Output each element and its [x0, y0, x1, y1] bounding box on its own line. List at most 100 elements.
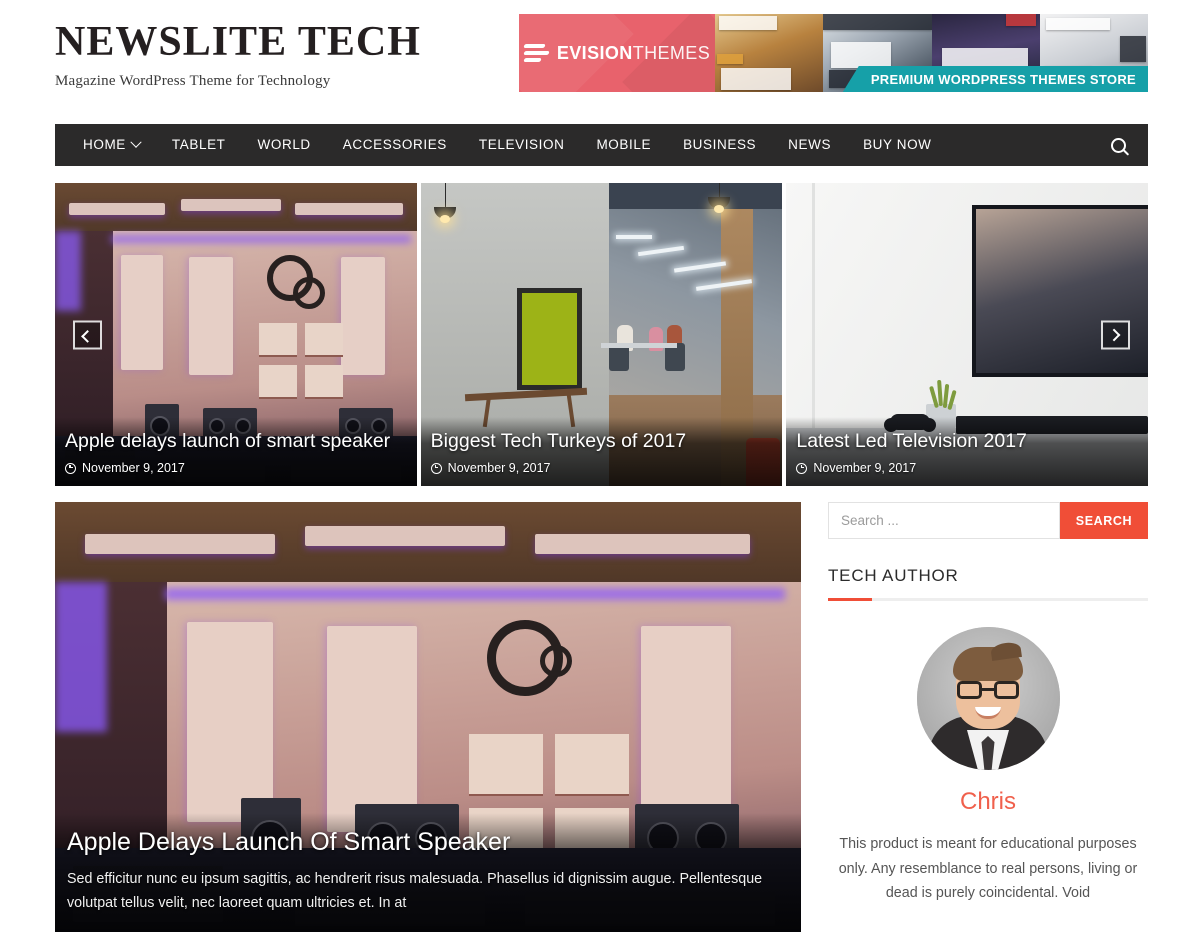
chevron-down-icon: [130, 136, 142, 148]
ad-logo-light: THEMES: [632, 42, 711, 63]
ceiling-panel: [305, 526, 505, 546]
slide-date: November 9, 2017: [447, 461, 551, 475]
slide-caption: Latest Led Television 2017 November 9, 2…: [786, 417, 1149, 486]
nav-item-label: WORLD: [257, 137, 311, 152]
led-glow: [55, 231, 81, 311]
nav-item-buy-now[interactable]: BUY NOW: [847, 124, 947, 166]
search-widget: SEARCH: [828, 502, 1148, 539]
evision-logo: EVISIONTHEMES: [523, 40, 710, 66]
nav-item-label: TABLET: [171, 137, 226, 152]
ad-logo-text: EVISIONTHEMES: [557, 43, 710, 64]
page-root: NEWSLITE TECH Magazine WordPress Theme f…: [0, 0, 1200, 932]
lamp-cord: [444, 183, 447, 207]
wall-square: [555, 734, 629, 796]
main-column: Apple Delays Launch Of Smart Speaker Sed…: [55, 502, 801, 932]
avatar: [916, 627, 1060, 770]
acoustic-panel: [327, 626, 417, 832]
clock-icon: [796, 462, 808, 474]
acoustic-panel: [187, 622, 273, 822]
ceiling-panel: [69, 203, 165, 215]
slide-title[interactable]: Apple delays launch of smart speaker: [65, 429, 407, 454]
nav-item-home[interactable]: HOME: [67, 124, 156, 166]
acoustic-panel: [121, 255, 163, 370]
slide-meta: November 9, 2017: [65, 461, 407, 475]
acoustic-panel: [341, 257, 385, 375]
nav-item-label: BUY NOW: [863, 137, 932, 152]
slider-slide-3[interactable]: Latest Led Television 2017 November 9, 2…: [786, 183, 1149, 486]
nav-item-business[interactable]: BUSINESS: [667, 124, 772, 166]
ad-cta-label[interactable]: PREMIUM WORDPRESS THEMES STORE: [842, 66, 1148, 92]
wall-square: [259, 323, 297, 357]
clock-icon: [430, 462, 442, 474]
ad-tile: [721, 68, 791, 90]
swoosh-icon: [523, 40, 550, 66]
office-ceiling: [608, 183, 783, 209]
slider-prev-button[interactable]: [73, 320, 102, 349]
ceiling-panel: [535, 534, 750, 554]
nav-item-mobile[interactable]: MOBILE: [580, 124, 667, 166]
featured-post-overlay: Apple Delays Launch Of Smart Speaker Sed…: [55, 812, 801, 932]
widget-underline: [828, 598, 1148, 601]
featured-post-excerpt: Sed efficitur nunc eu ipsum sagittis, ac…: [67, 870, 763, 912]
nav-item-accessories[interactable]: ACCESSORIES: [327, 124, 463, 166]
lamp-cord: [718, 183, 721, 197]
led-glow: [55, 582, 107, 732]
slide-date: November 9, 2017: [82, 461, 185, 475]
nav-item-television[interactable]: TELEVISION: [463, 124, 581, 166]
author-name: Chris: [959, 788, 1016, 815]
sidebar: SEARCH TECH AUTHOR: [828, 502, 1148, 932]
ad-tile: [717, 54, 743, 64]
wall-square: [305, 323, 343, 357]
wall-square: [305, 365, 343, 399]
author-card: Chris This product is meant for educatio…: [828, 627, 1148, 906]
ceiling-panel: [85, 534, 275, 554]
ad-thumb-1: [715, 14, 824, 92]
widget-title: TECH AUTHOR: [828, 566, 959, 585]
slide-date: November 9, 2017: [813, 461, 917, 475]
author-description: This product is meant for educational pu…: [838, 836, 1138, 902]
slider-slide-2[interactable]: Biggest Tech Turkeys of 2017 November 9,…: [420, 183, 783, 486]
ad-tile: [1120, 36, 1146, 62]
gear-clock: [487, 620, 572, 696]
gear-clock: [267, 255, 325, 309]
slide-title[interactable]: Latest Led Television 2017: [796, 429, 1138, 454]
slide-title[interactable]: Biggest Tech Turkeys of 2017: [431, 429, 773, 454]
site-description: Magazine WordPress Theme for Technology: [55, 73, 331, 90]
ceiling-panel: [181, 199, 281, 211]
nav-item-news[interactable]: NEWS: [772, 124, 847, 166]
clock-icon: [65, 462, 76, 474]
nav-item-tablet[interactable]: TABLET: [156, 124, 242, 166]
ad-tile: [831, 42, 892, 68]
nav-search-toggle[interactable]: [1095, 137, 1148, 153]
led-glow: [165, 588, 785, 600]
nav-item-world[interactable]: WORLD: [242, 124, 327, 166]
tech-author-widget: TECH AUTHOR Chris This product is meant …: [828, 566, 1148, 906]
acoustic-panel: [641, 626, 731, 832]
television-screen: [972, 205, 1149, 377]
site-branding[interactable]: NEWSLITE TECH Magazine WordPress Theme f…: [55, 14, 421, 90]
slider-slide-1[interactable]: Apple delays launch of smart speaker Nov…: [55, 183, 417, 486]
chevron-left-icon: [81, 329, 94, 343]
main-navigation: HOME TABLET WORLD ACCESSORIES TELEVISION…: [55, 124, 1148, 166]
ceiling-panel: [295, 203, 403, 215]
search-icon: [1111, 137, 1126, 153]
nav-item-label: TELEVISION: [478, 137, 565, 152]
featured-post-title[interactable]: Apple Delays Launch Of Smart Speaker: [67, 827, 789, 857]
ceiling-light: [615, 235, 652, 239]
search-input[interactable]: [828, 502, 1060, 539]
featured-post-card[interactable]: Apple Delays Launch Of Smart Speaker Sed…: [55, 502, 801, 932]
glasses-icon: [957, 681, 1019, 699]
acoustic-panel: [189, 257, 233, 375]
chevron-right-icon: [1107, 328, 1121, 341]
search-submit-button[interactable]: SEARCH: [1060, 502, 1148, 539]
slide-caption: Apple delays launch of smart speaker Nov…: [55, 417, 417, 486]
nav-item-label: NEWS: [788, 137, 832, 152]
advertisement-banner[interactable]: EVISIONTHEMES PREMIUM WORDPRESS THEMES S…: [519, 14, 1148, 92]
slide-caption: Biggest Tech Turkeys of 2017 November 9,…: [420, 417, 783, 486]
office-chair: [608, 345, 629, 371]
slider-next-button[interactable]: [1101, 320, 1131, 349]
wall-square: [259, 365, 297, 399]
content-area: Apple Delays Launch Of Smart Speaker Sed…: [55, 502, 1148, 932]
ad-tile: [1045, 18, 1110, 30]
site-title[interactable]: NEWSLITE TECH: [55, 20, 421, 64]
